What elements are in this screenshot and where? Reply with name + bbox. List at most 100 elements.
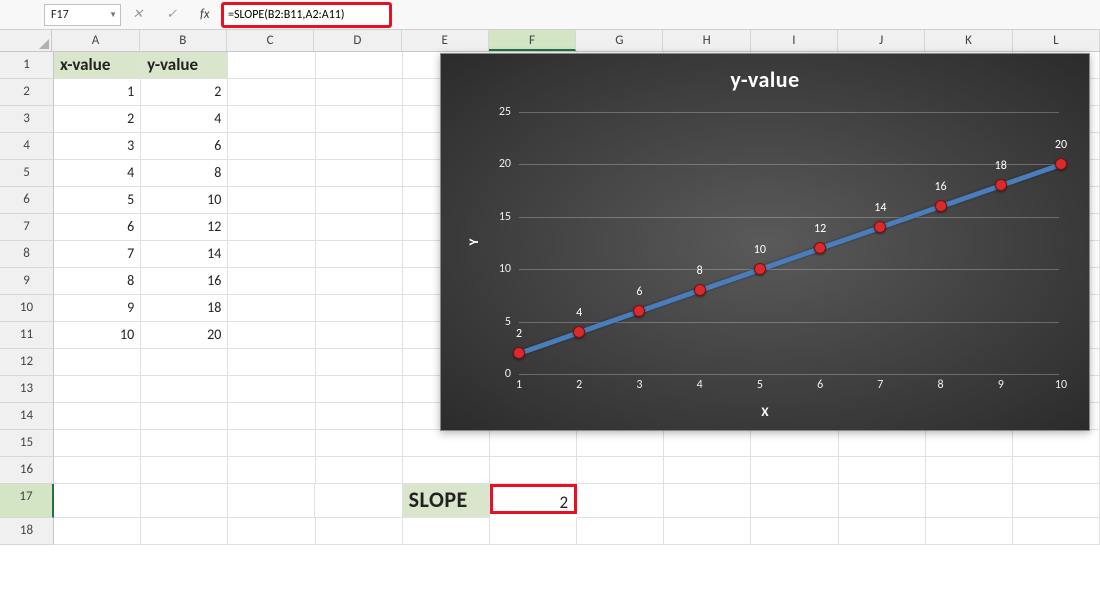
chevron-down-icon[interactable]: ▼ — [109, 10, 117, 20]
cell[interactable] — [926, 457, 1013, 484]
cell[interactable] — [839, 518, 926, 545]
cell[interactable] — [316, 187, 403, 214]
cell[interactable] — [228, 518, 315, 545]
column-header[interactable]: K — [925, 30, 1012, 51]
cell[interactable] — [228, 214, 315, 241]
cell[interactable] — [141, 403, 228, 430]
cell[interactable] — [1013, 430, 1100, 457]
cell[interactable] — [228, 349, 315, 376]
cell[interactable]: 18 — [141, 295, 228, 322]
cell[interactable]: 14 — [141, 241, 228, 268]
row-header[interactable]: 13 — [0, 376, 54, 403]
row-header[interactable]: 17 — [0, 484, 54, 518]
cell[interactable]: 3 — [54, 133, 141, 160]
cell[interactable] — [315, 484, 402, 518]
cell[interactable] — [141, 518, 228, 545]
row-header[interactable]: 6 — [0, 187, 54, 214]
cell[interactable] — [926, 518, 1013, 545]
cell[interactable]: 6 — [141, 133, 228, 160]
cell[interactable] — [316, 133, 403, 160]
cell[interactable] — [141, 349, 228, 376]
formula-input[interactable] — [224, 5, 389, 25]
cell[interactable] — [490, 518, 577, 545]
cell[interactable] — [1013, 457, 1100, 484]
cell[interactable] — [316, 457, 403, 484]
cell[interactable] — [228, 403, 315, 430]
cell[interactable] — [577, 518, 664, 545]
cell[interactable] — [1013, 518, 1100, 545]
cell[interactable] — [228, 52, 315, 79]
cell[interactable]: x-value — [54, 52, 141, 79]
cell[interactable] — [316, 322, 403, 349]
cell[interactable] — [141, 457, 228, 484]
column-header[interactable]: G — [576, 30, 663, 51]
cell[interactable] — [228, 79, 315, 106]
row-header[interactable]: 10 — [0, 295, 54, 322]
cell[interactable]: 10 — [54, 322, 141, 349]
cell[interactable] — [839, 484, 926, 518]
cancel-icon[interactable]: ✕ — [132, 7, 143, 22]
cell[interactable]: SLOPE — [403, 484, 490, 518]
cell[interactable] — [577, 430, 664, 457]
column-header[interactable]: D — [314, 30, 401, 51]
cell[interactable]: y-value — [141, 52, 228, 79]
cell[interactable] — [54, 484, 141, 518]
cell[interactable] — [228, 268, 315, 295]
cell[interactable] — [926, 430, 1013, 457]
cell[interactable]: 9 — [54, 295, 141, 322]
cell[interactable] — [316, 376, 403, 403]
row-header[interactable]: 16 — [0, 457, 54, 484]
cell[interactable] — [228, 430, 315, 457]
embedded-chart[interactable]: y-value Y X 0510152025123456789102468101… — [440, 53, 1090, 431]
row-header[interactable]: 1 — [0, 52, 54, 79]
cell[interactable] — [54, 518, 141, 545]
cell[interactable]: 8 — [141, 160, 228, 187]
cell[interactable] — [228, 133, 315, 160]
cell[interactable] — [403, 457, 490, 484]
name-box[interactable]: F17 ▼ — [44, 4, 121, 26]
cell[interactable] — [403, 518, 490, 545]
column-header[interactable]: C — [227, 30, 314, 51]
cell[interactable] — [228, 241, 315, 268]
cell[interactable]: 7 — [54, 241, 141, 268]
cell[interactable] — [54, 457, 141, 484]
cell[interactable]: 4 — [141, 106, 228, 133]
cell[interactable] — [54, 430, 141, 457]
cell[interactable]: 1 — [54, 79, 141, 106]
cell[interactable] — [316, 160, 403, 187]
cell[interactable] — [54, 349, 141, 376]
cell[interactable] — [316, 106, 403, 133]
cell[interactable]: 2 — [54, 106, 141, 133]
cell[interactable] — [316, 52, 403, 79]
cell[interactable] — [228, 160, 315, 187]
cell[interactable]: 20 — [141, 322, 228, 349]
cell[interactable]: 5 — [54, 187, 141, 214]
cell[interactable]: 2 — [141, 79, 228, 106]
cell[interactable]: 6 — [54, 214, 141, 241]
cell[interactable] — [751, 518, 838, 545]
cell[interactable] — [316, 430, 403, 457]
cell[interactable] — [316, 349, 403, 376]
row-header[interactable]: 2 — [0, 79, 54, 106]
cell[interactable] — [316, 268, 403, 295]
cell[interactable] — [228, 295, 315, 322]
cell[interactable] — [141, 376, 228, 403]
row-header[interactable]: 9 — [0, 268, 54, 295]
cell[interactable] — [490, 457, 577, 484]
cell[interactable] — [664, 484, 751, 518]
column-header[interactable]: H — [663, 30, 750, 51]
cell[interactable] — [926, 484, 1013, 518]
cell[interactable] — [577, 457, 664, 484]
cell[interactable]: 4 — [54, 160, 141, 187]
cell[interactable] — [577, 484, 664, 518]
row-header[interactable]: 7 — [0, 214, 54, 241]
cell[interactable]: 10 — [141, 187, 228, 214]
row-header[interactable]: 15 — [0, 430, 54, 457]
cell[interactable] — [141, 484, 228, 518]
cell[interactable] — [316, 214, 403, 241]
cell[interactable] — [228, 106, 315, 133]
cell[interactable] — [316, 241, 403, 268]
row-header[interactable]: 11 — [0, 322, 54, 349]
cell[interactable] — [751, 430, 838, 457]
cell[interactable] — [316, 295, 403, 322]
